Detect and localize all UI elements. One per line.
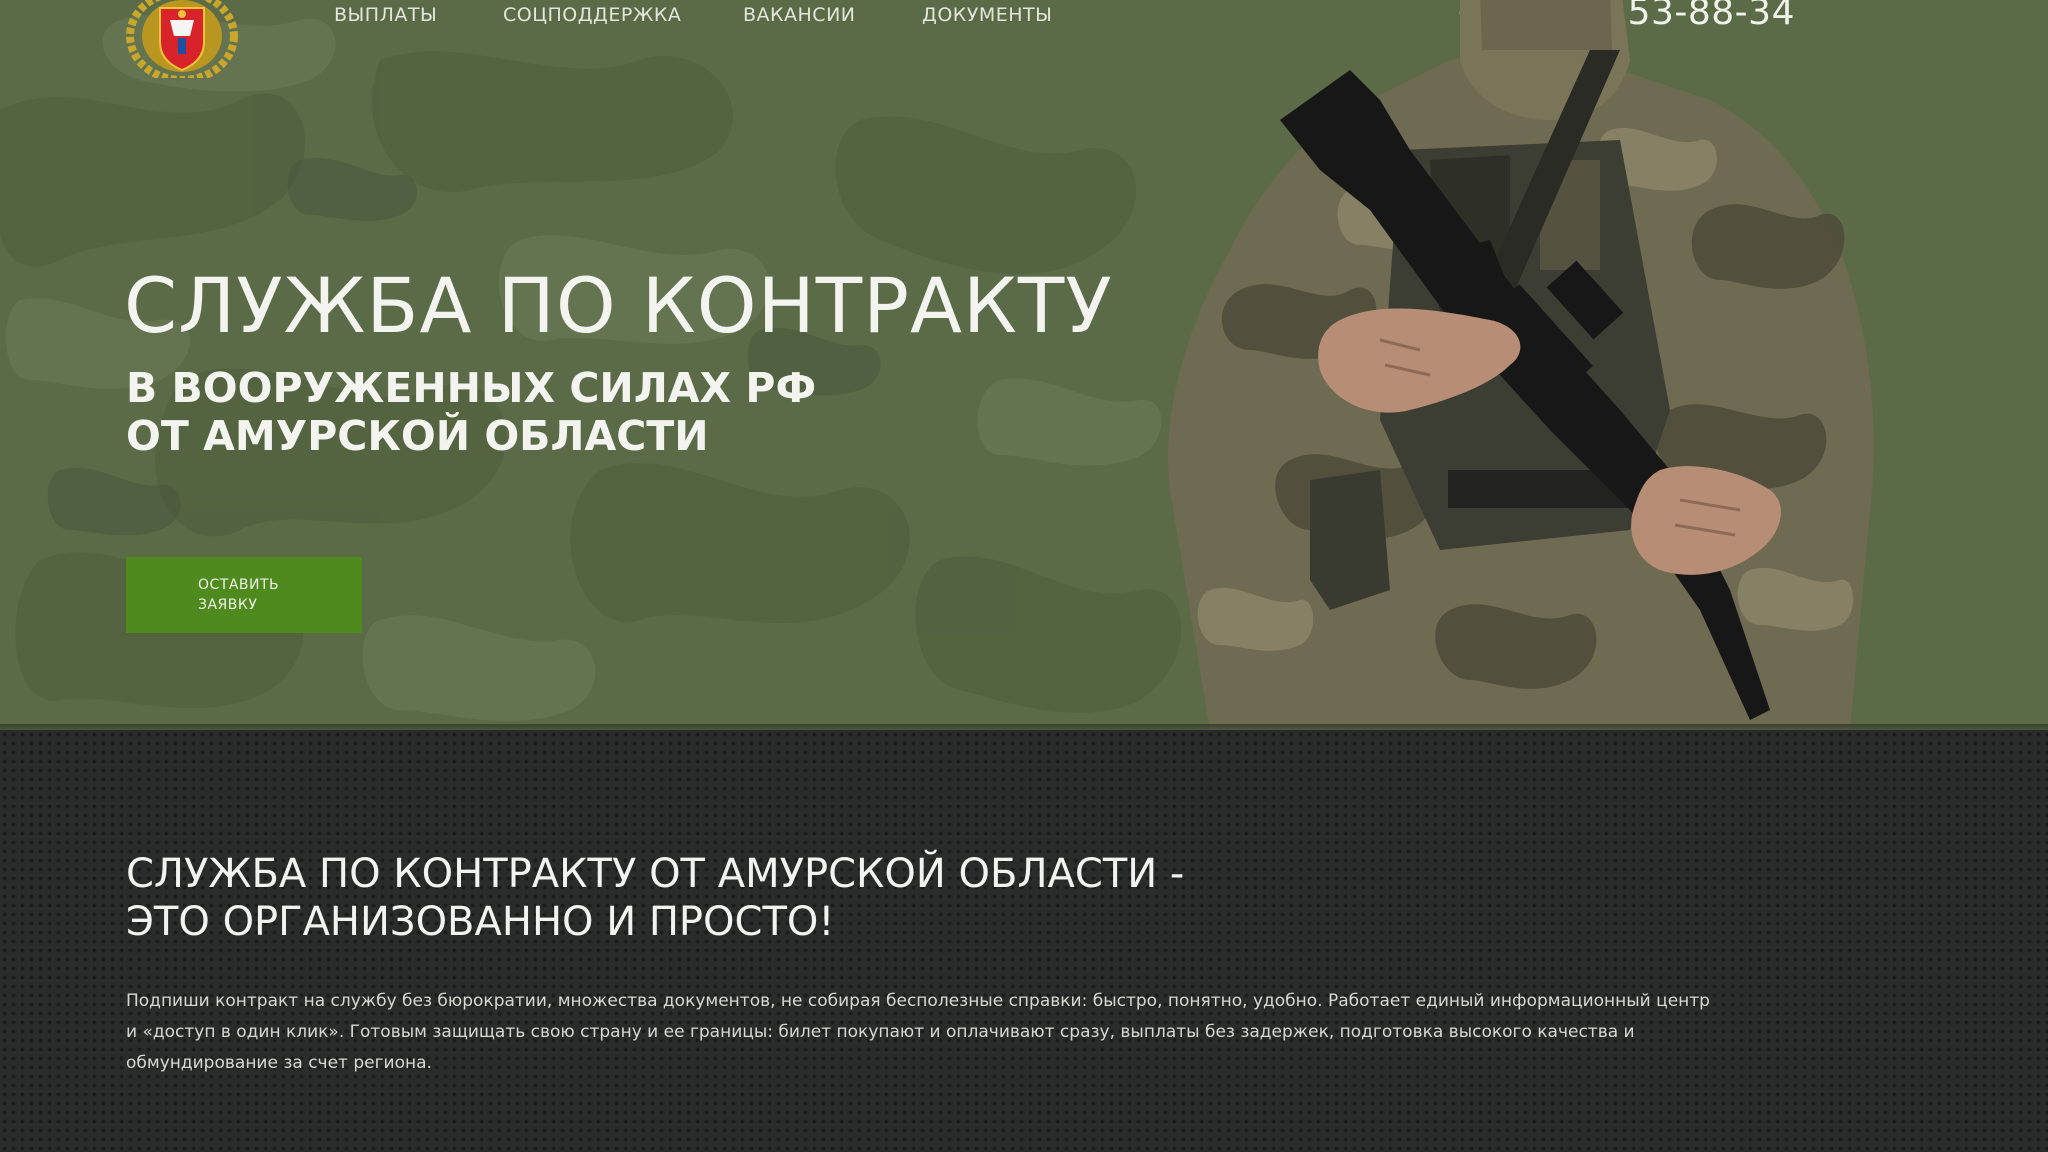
- cta-label-line: ОСТАВИТЬ: [198, 577, 280, 593]
- submit-application-button[interactable]: ОСТАВИТЬ ЗАЯВКУ: [126, 557, 362, 633]
- hero-title: СЛУЖБА ПО КОНТРАКТУ: [124, 261, 1113, 350]
- hero-section: ВЫПЛАТЫ СОЦПОДДЕРЖКА ВАКАНСИИ ДОКУМЕНТЫ …: [0, 0, 2048, 730]
- nav-item-documents[interactable]: ДОКУМЕНТЫ: [922, 4, 1052, 26]
- cta-label-line: ЗАЯВКУ: [198, 597, 258, 613]
- landing-page: ВЫПЛАТЫ СОЦПОДДЕРЖКА ВАКАНСИИ ДОКУМЕНТЫ …: [0, 0, 2048, 1152]
- info-title-line: СЛУЖБА ПО КОНТРАКТУ ОТ АМУРСКОЙ ОБЛАСТИ …: [126, 851, 1185, 897]
- info-description-line: обмундирование за счет региона.: [126, 1053, 432, 1073]
- hero-subtitle: В ВООРУЖЕННЫХ СИЛАХ РФ ОТ АМУРСКОЙ ОБЛАС…: [126, 364, 816, 460]
- hero-subtitle-line: ОТ АМУРСКОЙ ОБЛАСТИ: [126, 412, 709, 460]
- soldier-photo: [1168, 0, 1874, 730]
- info-section: СЛУЖБА ПО КОНТРАКТУ ОТ АМУРСКОЙ ОБЛАСТИ …: [0, 730, 2048, 1152]
- coat-of-arms-logo[interactable]: [126, 0, 238, 78]
- nav-item-social-support[interactable]: СОЦПОДДЕРЖКА: [503, 4, 681, 26]
- info-description: Подпиши контракт на службу без бюрократи…: [126, 986, 1766, 1079]
- info-title-line: ЭТО ОРГАНИЗОВАННО И ПРОСТО!: [126, 899, 835, 945]
- info-description-line: Подпиши контракт на службу без бюрократи…: [126, 991, 1710, 1011]
- nav-item-vacancies[interactable]: ВАКАНСИИ: [743, 4, 856, 26]
- nav-item-payments[interactable]: ВЫПЛАТЫ: [334, 4, 437, 26]
- hero-subtitle-line: В ВООРУЖЕННЫХ СИЛАХ РФ: [126, 364, 817, 412]
- info-title: СЛУЖБА ПО КОНТРАКТУ ОТ АМУРСКОЙ ОБЛАСТИ …: [126, 850, 1184, 946]
- info-description-line: и «доступ в один клик». Готовым защищать…: [126, 1022, 1635, 1042]
